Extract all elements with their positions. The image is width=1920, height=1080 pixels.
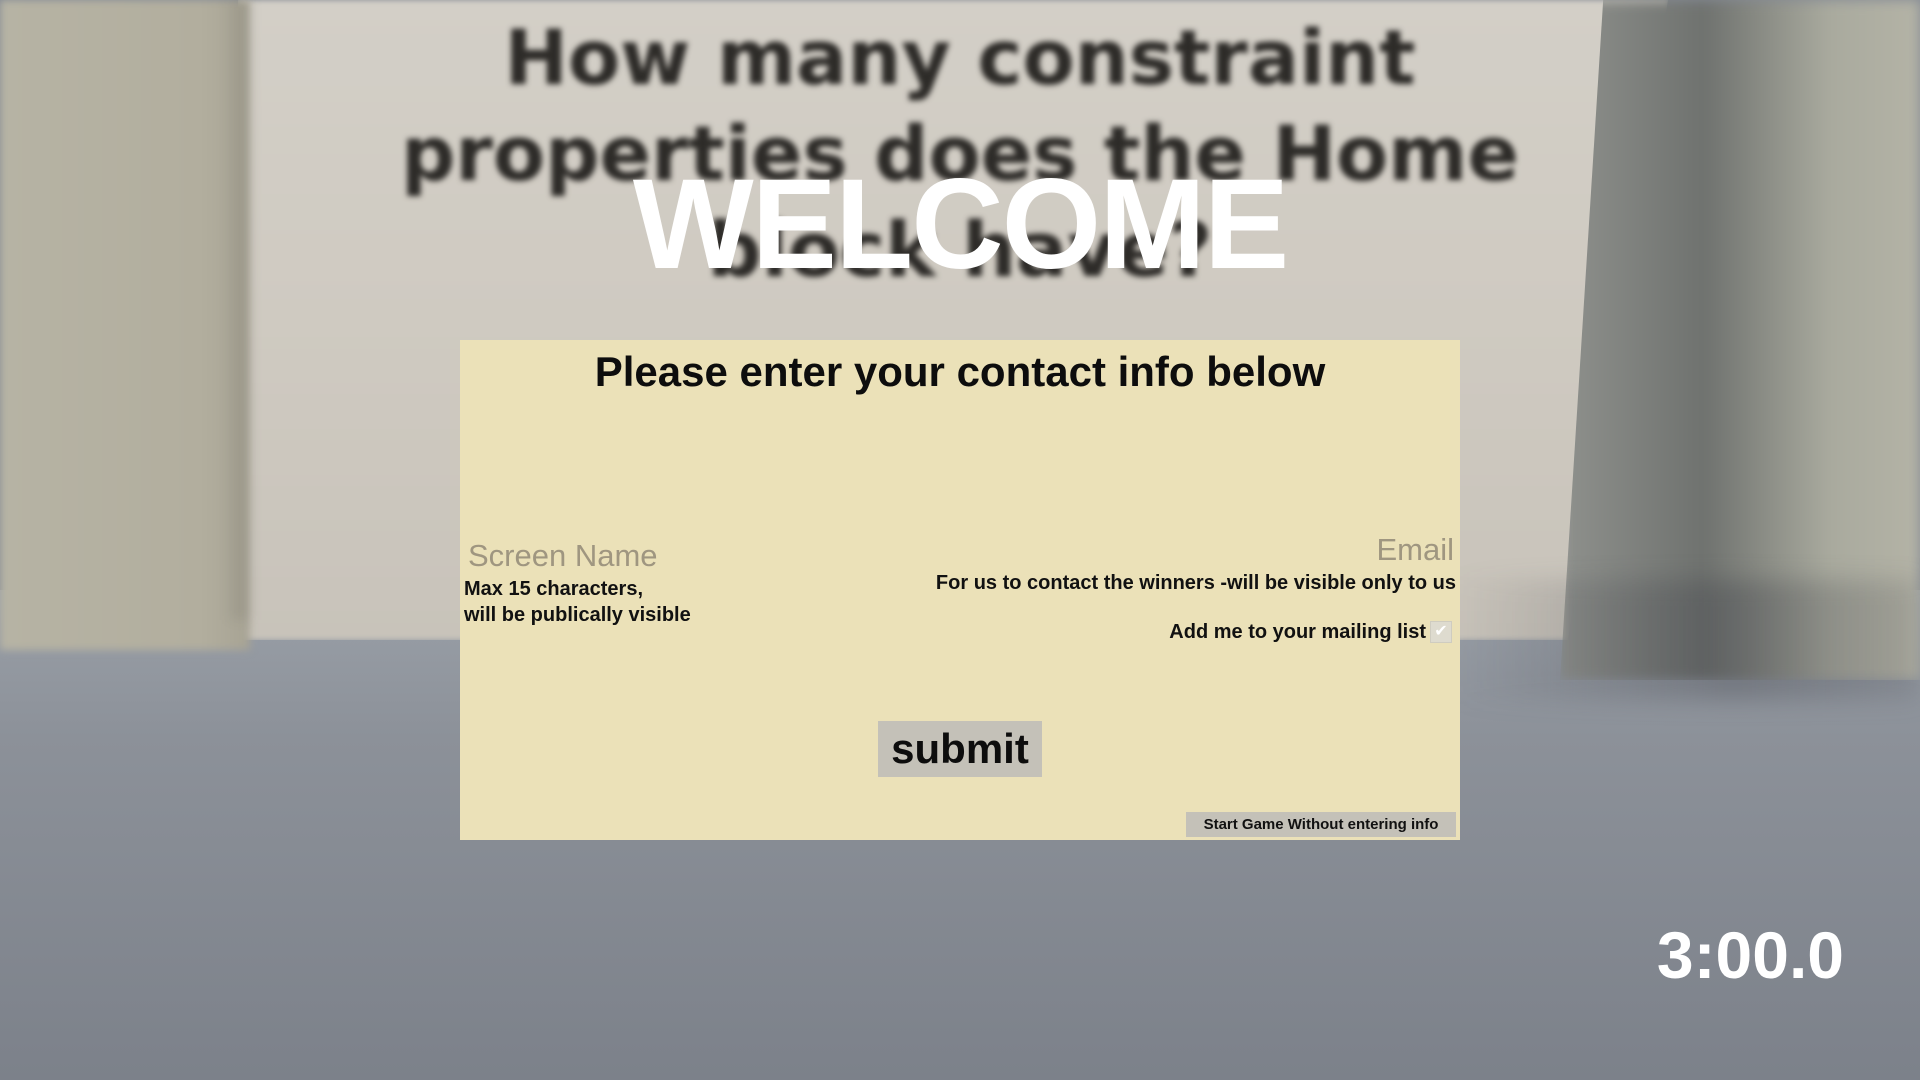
panel-title: Please enter your contact info below xyxy=(594,348,1326,395)
room-corner-shading xyxy=(225,0,255,620)
contact-info-panel: Please enter your contact info below Max… xyxy=(460,340,1460,840)
floor-shadow xyxy=(1450,580,1920,700)
submit-button[interactable]: submit xyxy=(878,721,1042,777)
screen-name-input[interactable] xyxy=(464,536,892,576)
mailing-list-option[interactable]: Add me to your mailing list ✔ xyxy=(1169,619,1452,645)
email-hint: For us to contact the winners -will be v… xyxy=(935,572,1456,594)
screen-name-hint: Max 15 characters, will be publically vis… xyxy=(464,576,784,628)
screen-name-hint-line1: Max 15 characters, xyxy=(464,578,644,600)
welcome-title: WELCOME xyxy=(632,153,1289,296)
start-without-info-button[interactable]: Start Game Without entering info xyxy=(1186,812,1456,837)
mailing-list-checkbox[interactable]: ✔ xyxy=(1430,621,1452,643)
countdown-timer: 3:00.0 xyxy=(1656,918,1844,992)
mailing-list-label: Add me to your mailing list xyxy=(1169,621,1426,643)
email-input[interactable] xyxy=(1032,530,1456,570)
screen-name-hint-line2: will be publically visible xyxy=(464,604,691,626)
checkmark-icon: ✔ xyxy=(1434,623,1448,640)
room-left-wall xyxy=(0,0,250,650)
game-scene: How many constraint properties does the … xyxy=(0,0,1920,1080)
